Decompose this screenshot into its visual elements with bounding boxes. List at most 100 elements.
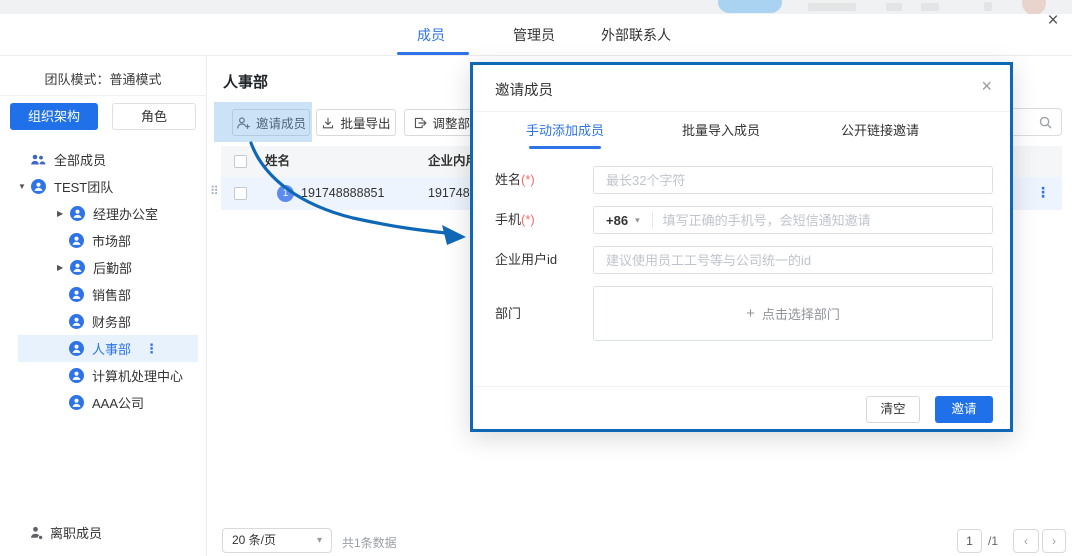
page-size-select[interactable]: 20 条/页 ▾ bbox=[222, 528, 332, 553]
member-name: 191748888851 bbox=[301, 177, 384, 210]
invite-member-modal: 邀请成员 × 手动添加成员 批量导入成员 公开链接邀请 姓名(*) 手机(*) … bbox=[470, 62, 1013, 432]
label-text: 姓名 bbox=[495, 172, 521, 187]
team-mode-label: 团队模式：普通模式 bbox=[0, 56, 206, 88]
top-tabbar: 成员 管理员 外部联系人 bbox=[0, 14, 1072, 56]
invite-submit-button[interactable]: 邀请 bbox=[935, 396, 993, 423]
tab-members[interactable]: 成员 bbox=[417, 14, 445, 56]
org-tree: 全部成员 ▼ TEST团队 ▶ 经理办公室 市场部 ▶ 后勤部 bbox=[0, 146, 207, 416]
ghost-icon bbox=[921, 3, 939, 11]
column-header-name: 姓名 bbox=[265, 146, 290, 177]
invite-member-button[interactable]: 邀请成员 bbox=[232, 109, 310, 136]
screen: 成员 管理员 外部联系人 × 团队模式：普通模式 组织架构 角色 全部成员 ▼ … bbox=[0, 0, 1072, 556]
expander-open-icon[interactable]: ▼ bbox=[18, 182, 31, 191]
required-mark: (*) bbox=[521, 212, 535, 227]
tab-external-contacts[interactable]: 外部联系人 bbox=[601, 14, 671, 56]
label-text: 手机 bbox=[495, 212, 521, 227]
modal-title: 邀请成员 bbox=[495, 79, 553, 100]
total-pages-label: /1 bbox=[988, 534, 998, 548]
ghost-pill-button bbox=[718, 0, 782, 13]
sidebar-item-hr[interactable]: 人事部 ⋮ bbox=[18, 335, 198, 362]
department-icon bbox=[69, 314, 84, 329]
department-icon bbox=[69, 368, 84, 383]
sidebar-item-computer-center[interactable]: 计算机处理中心 bbox=[18, 362, 198, 389]
sidebar-item-label: AAA公司 bbox=[92, 393, 144, 412]
sidebar-item-resigned-members[interactable]: 离职成员 bbox=[30, 523, 102, 542]
page-size-value: 20 条/页 bbox=[232, 533, 276, 547]
avatar: 1 bbox=[277, 185, 294, 202]
divider bbox=[0, 95, 206, 96]
tab-admins[interactable]: 管理员 bbox=[513, 14, 555, 56]
chevron-down-icon[interactable]: ▾ bbox=[635, 215, 640, 226]
active-tab-underline bbox=[397, 52, 469, 55]
add-person-icon bbox=[236, 116, 251, 130]
org-structure-button[interactable]: 组织架构 bbox=[10, 103, 98, 130]
close-icon[interactable]: × bbox=[1040, 8, 1066, 34]
search-icon bbox=[1038, 115, 1053, 130]
sidebar-item-aaa-company[interactable]: AAA公司 bbox=[18, 389, 198, 416]
row-kebab-menu-icon[interactable]: ⋮ bbox=[1036, 184, 1050, 201]
ghost-text bbox=[808, 3, 856, 11]
corp-id-input[interactable] bbox=[593, 246, 993, 274]
sidebar: 团队模式：普通模式 组织架构 角色 全部成员 ▼ TEST团队 ▶ 经理办公室 … bbox=[0, 56, 207, 556]
sidebar-item-sales[interactable]: 销售部 bbox=[18, 281, 198, 308]
department-icon bbox=[69, 341, 84, 356]
sidebar-item-label: 全部成员 bbox=[54, 150, 106, 169]
total-count-label: 共1条数据 bbox=[342, 534, 397, 551]
divider bbox=[473, 386, 1010, 387]
active-tab-underline bbox=[529, 146, 601, 149]
sidebar-item-label: 财务部 bbox=[92, 312, 131, 331]
role-button[interactable]: 角色 bbox=[112, 103, 196, 130]
sidebar-item-marketing[interactable]: 市场部 bbox=[18, 227, 198, 254]
department-icon bbox=[69, 395, 84, 410]
ghost-icon bbox=[886, 3, 902, 11]
sidebar-item-label: 计算机处理中心 bbox=[92, 366, 183, 385]
sidebar-item-label: 销售部 bbox=[92, 285, 131, 304]
department-icon bbox=[70, 206, 85, 221]
sidebar-item-label: 经理办公室 bbox=[93, 204, 158, 223]
department-icon bbox=[31, 179, 46, 194]
department-icon bbox=[69, 287, 84, 302]
button-label: 批量导出 bbox=[340, 113, 390, 132]
sidebar-item-label: 市场部 bbox=[92, 231, 131, 250]
select-department-button[interactable]: + 点击选择部门 bbox=[593, 286, 993, 341]
plus-icon: + bbox=[746, 305, 755, 322]
page-title: 人事部 bbox=[223, 71, 268, 92]
tab-public-link[interactable]: 公开链接邀请 bbox=[841, 112, 919, 149]
sidebar-item-manager-office[interactable]: ▶ 经理办公室 bbox=[18, 200, 198, 227]
background-window-strip bbox=[0, 0, 1072, 14]
select-all-checkbox[interactable] bbox=[234, 155, 247, 168]
modal-close-icon[interactable]: × bbox=[981, 76, 992, 97]
next-page-button[interactable]: › bbox=[1042, 529, 1066, 553]
chevron-down-icon: ▾ bbox=[317, 529, 322, 552]
department-field-label: 部门 bbox=[495, 300, 521, 328]
name-input[interactable] bbox=[593, 166, 993, 194]
row-checkbox[interactable] bbox=[234, 187, 247, 200]
sidebar-item-label: TEST团队 bbox=[54, 177, 113, 196]
download-icon bbox=[321, 116, 335, 130]
sidebar-item-logistics[interactable]: ▶ 后勤部 bbox=[18, 254, 198, 281]
department-icon bbox=[69, 233, 84, 248]
phone-input-group: +86 ▾ bbox=[593, 206, 993, 234]
country-code-select[interactable]: +86 bbox=[594, 213, 635, 228]
phone-input[interactable] bbox=[653, 213, 992, 228]
select-department-label: 点击选择部门 bbox=[762, 304, 840, 323]
drag-handle-icon[interactable]: ⠿ bbox=[210, 185, 219, 197]
corp-id-field-label: 企业用户id bbox=[495, 246, 557, 274]
sidebar-item-test-team[interactable]: ▼ TEST团队 bbox=[18, 173, 198, 200]
expander-closed-icon[interactable]: ▶ bbox=[57, 209, 70, 218]
tab-manual-add[interactable]: 手动添加成员 bbox=[526, 112, 604, 149]
prev-page-button[interactable]: ‹ bbox=[1013, 529, 1039, 553]
sidebar-item-finance[interactable]: 财务部 bbox=[18, 308, 198, 335]
sidebar-item-label: 后勤部 bbox=[93, 258, 132, 277]
department-icon bbox=[70, 260, 85, 275]
ghost-icon bbox=[984, 2, 992, 11]
batch-export-button[interactable]: 批量导出 bbox=[316, 109, 396, 136]
current-page-box: 1 bbox=[957, 529, 982, 553]
sidebar-item-all-members[interactable]: 全部成员 bbox=[30, 146, 207, 173]
people-icon bbox=[30, 153, 46, 167]
expander-closed-icon[interactable]: ▶ bbox=[57, 263, 70, 272]
tab-batch-import[interactable]: 批量导入成员 bbox=[682, 112, 760, 149]
move-out-icon bbox=[413, 116, 427, 130]
kebab-menu-icon[interactable]: ⋮ bbox=[145, 341, 158, 357]
clear-button[interactable]: 清空 bbox=[866, 396, 920, 423]
